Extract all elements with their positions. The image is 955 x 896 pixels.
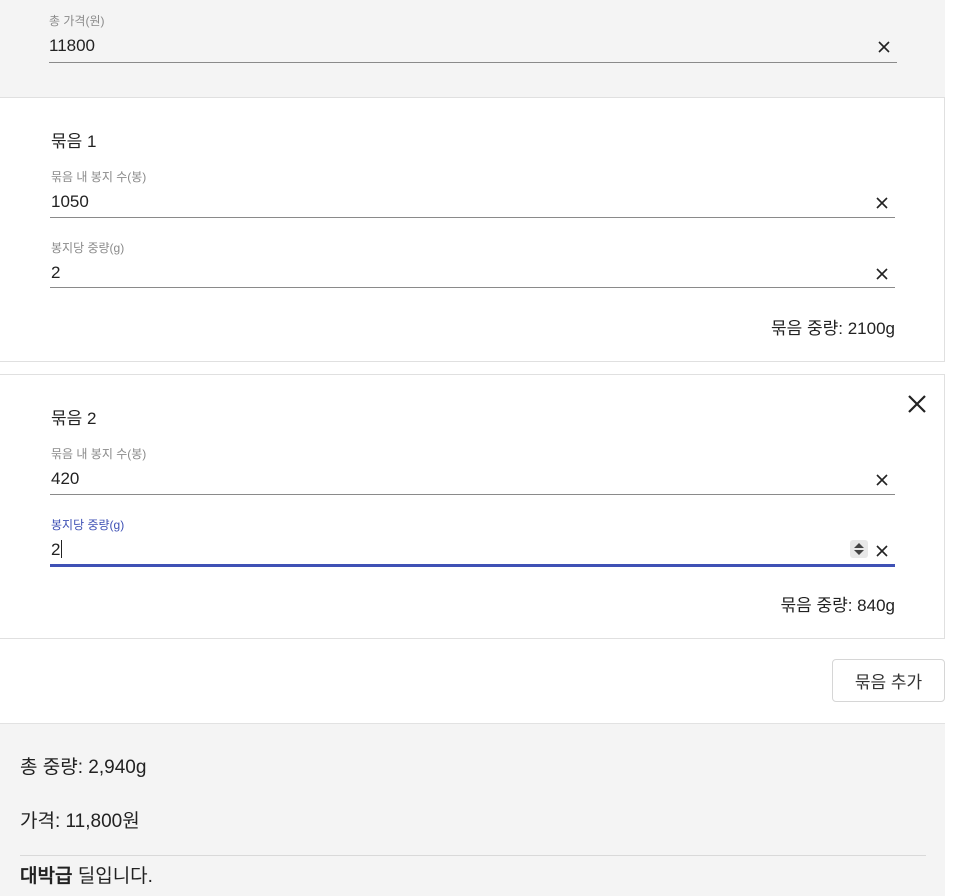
bag-count-input[interactable]: 420 (51, 469, 79, 489)
text-caret (61, 540, 63, 558)
bag-count-label: 묶음 내 봉지 수(봉) (51, 447, 147, 461)
total-price-underline (49, 62, 897, 63)
bundle-title: 묶음 2 (51, 409, 97, 428)
close-icon (876, 474, 888, 486)
total-weight-text: 총 중량: 2,940g (20, 757, 147, 778)
remove-bundle-button[interactable] (905, 392, 929, 416)
bag-weight-input[interactable]: 2 (51, 263, 60, 283)
verdict-text: 대박급 딜입니다. (20, 861, 153, 888)
bag-count-underline (50, 494, 895, 495)
bundle-weight-text: 묶음 중량: 840g (780, 596, 895, 615)
close-icon (876, 197, 888, 209)
bag-weight-label: 봉지당 중량(g) (51, 241, 125, 255)
bag-weight-value: 2 (51, 540, 61, 559)
bag-weight-clear-button[interactable] (874, 266, 890, 282)
summary-divider (20, 855, 926, 856)
total-price-input[interactable]: 11800 (49, 36, 95, 56)
close-icon (876, 268, 888, 280)
price-text: 가격: 11,800원 (20, 811, 140, 832)
bundle-card-1: 묶음 1 묶음 내 봉지 수(봉) 1050 봉지당 중량(g) 2 묶음 중량… (0, 97, 945, 362)
add-bundle-button[interactable]: 묶음 추가 (832, 659, 945, 702)
bag-count-label: 묶음 내 봉지 수(봉) (51, 170, 147, 184)
bag-count-underline (50, 217, 895, 218)
bag-weight-underline (50, 287, 895, 288)
number-spinner-button[interactable] (850, 540, 868, 558)
bag-weight-label: 봉지당 중량(g) (51, 518, 125, 532)
bundle-weight-text: 묶음 중량: 2100g (770, 319, 895, 338)
close-icon (876, 545, 888, 557)
bag-count-clear-button[interactable] (874, 195, 890, 211)
bag-count-clear-button[interactable] (874, 472, 890, 488)
close-icon (878, 41, 890, 53)
close-icon (908, 395, 926, 413)
spinner-icon (854, 543, 864, 555)
total-price-label: 총 가격(원) (49, 14, 105, 28)
bag-weight-input[interactable]: 2 (51, 540, 63, 560)
bag-weight-clear-button[interactable] (874, 543, 890, 559)
bag-count-input[interactable]: 1050 (51, 192, 89, 212)
verdict-grade: 대박급 (20, 866, 73, 887)
bundle-title: 묶음 1 (51, 132, 97, 151)
verdict-rest: 딜입니다. (72, 866, 153, 887)
total-price-panel: 총 가격(원) 11800 (0, 0, 945, 98)
summary-panel: 총 중량: 2,940g 가격: 11,800원 대박급 딜입니다. (0, 723, 945, 896)
bag-weight-underline (50, 564, 895, 567)
bundle-card-2: 묶음 2 묶음 내 봉지 수(봉) 420 봉지당 중량(g) 2 묶음 중량:… (0, 374, 945, 639)
total-price-clear-button[interactable] (876, 39, 892, 55)
